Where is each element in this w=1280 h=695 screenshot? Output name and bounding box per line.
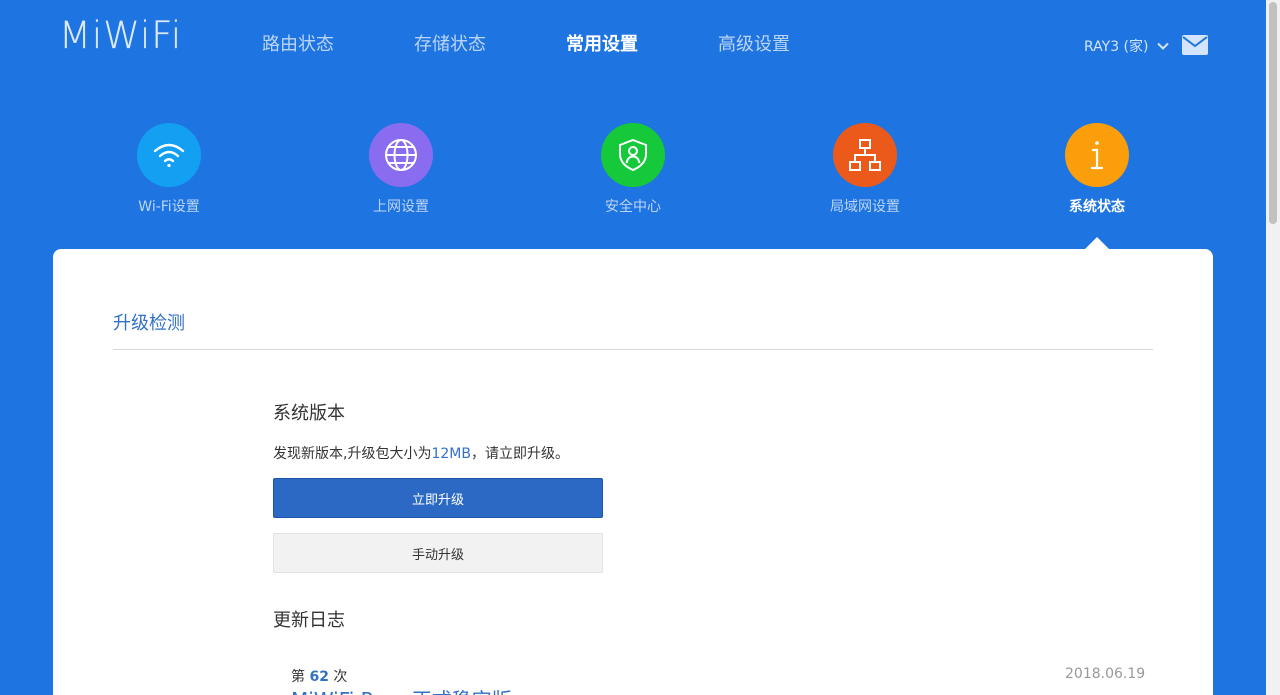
active-tab-pointer (1085, 237, 1109, 249)
chevron-down-icon (1156, 39, 1170, 53)
wifi-icon (137, 123, 201, 187)
network-icon (833, 123, 897, 187)
user-menu[interactable]: RAY3 (家) (1084, 36, 1170, 56)
user-name: RAY3 (家) (1084, 39, 1149, 55)
category-label: Wi-Fi设置 (138, 199, 200, 215)
changelog-heading: 更新日志 (273, 610, 345, 631)
version-heading: 系统版本 (273, 403, 345, 424)
changelog-count: 第 62 次 (291, 666, 347, 686)
nav-router-status[interactable]: 路由状态 (262, 30, 334, 56)
update-text-after: ，请立即升级。 (470, 446, 569, 462)
category-label: 安全中心 (605, 199, 661, 215)
update-size: 12MB (431, 446, 471, 462)
main-panel: 升级检测 系统版本 发现新版本,升级包大小为12MB，请立即升级。 立即升级 手… (53, 249, 1213, 695)
changelog-title[interactable]: MiWiFi Rom 正式稳定版 (291, 684, 512, 695)
mail-icon[interactable] (1182, 35, 1208, 55)
category-label: 上网设置 (373, 199, 429, 215)
divider (113, 349, 1153, 350)
nav-advanced-settings[interactable]: 高级设置 (718, 30, 790, 56)
upgrade-now-button[interactable]: 立即升级 (273, 478, 603, 518)
category-label: 系统状态 (1069, 199, 1125, 215)
top-header: MiWiFi 路由状态 存储状态 常用设置 高级设置 RAY3 (家) (0, 0, 1266, 90)
nav-storage-status[interactable]: 存储状态 (414, 30, 486, 56)
changelog-date: 2018.06.19 (1065, 666, 1146, 682)
manual-upgrade-button[interactable]: 手动升级 (273, 533, 603, 573)
section-title: 升级检测 (113, 313, 185, 334)
nav-common-settings[interactable]: 常用设置 (566, 30, 638, 56)
scrollbar-thumb[interactable] (1269, 2, 1277, 224)
category-lan-settings[interactable]: 局域网设置 (800, 123, 930, 216)
category-security-center[interactable]: 安全中心 (568, 123, 698, 216)
shield-icon (601, 123, 665, 187)
globe-icon (369, 123, 433, 187)
info-icon (1065, 123, 1129, 187)
category-label: 局域网设置 (830, 199, 900, 215)
changelog-prefix: 第 (291, 669, 305, 685)
category-system-status[interactable]: 系统状态 (1032, 123, 1162, 216)
changelog-suffix: 次 (333, 669, 348, 685)
vertical-scrollbar[interactable] (1266, 0, 1280, 695)
changelog-number: 62 (309, 669, 329, 685)
update-message: 发现新版本,升级包大小为12MB，请立即升级。 (273, 443, 569, 463)
category-wifi-settings[interactable]: Wi-Fi设置 (104, 123, 234, 216)
category-internet-settings[interactable]: 上网设置 (336, 123, 466, 216)
update-text-before: 发现新版本,升级包大小为 (273, 446, 432, 462)
miwifi-logo: MiWiFi (59, 14, 183, 57)
